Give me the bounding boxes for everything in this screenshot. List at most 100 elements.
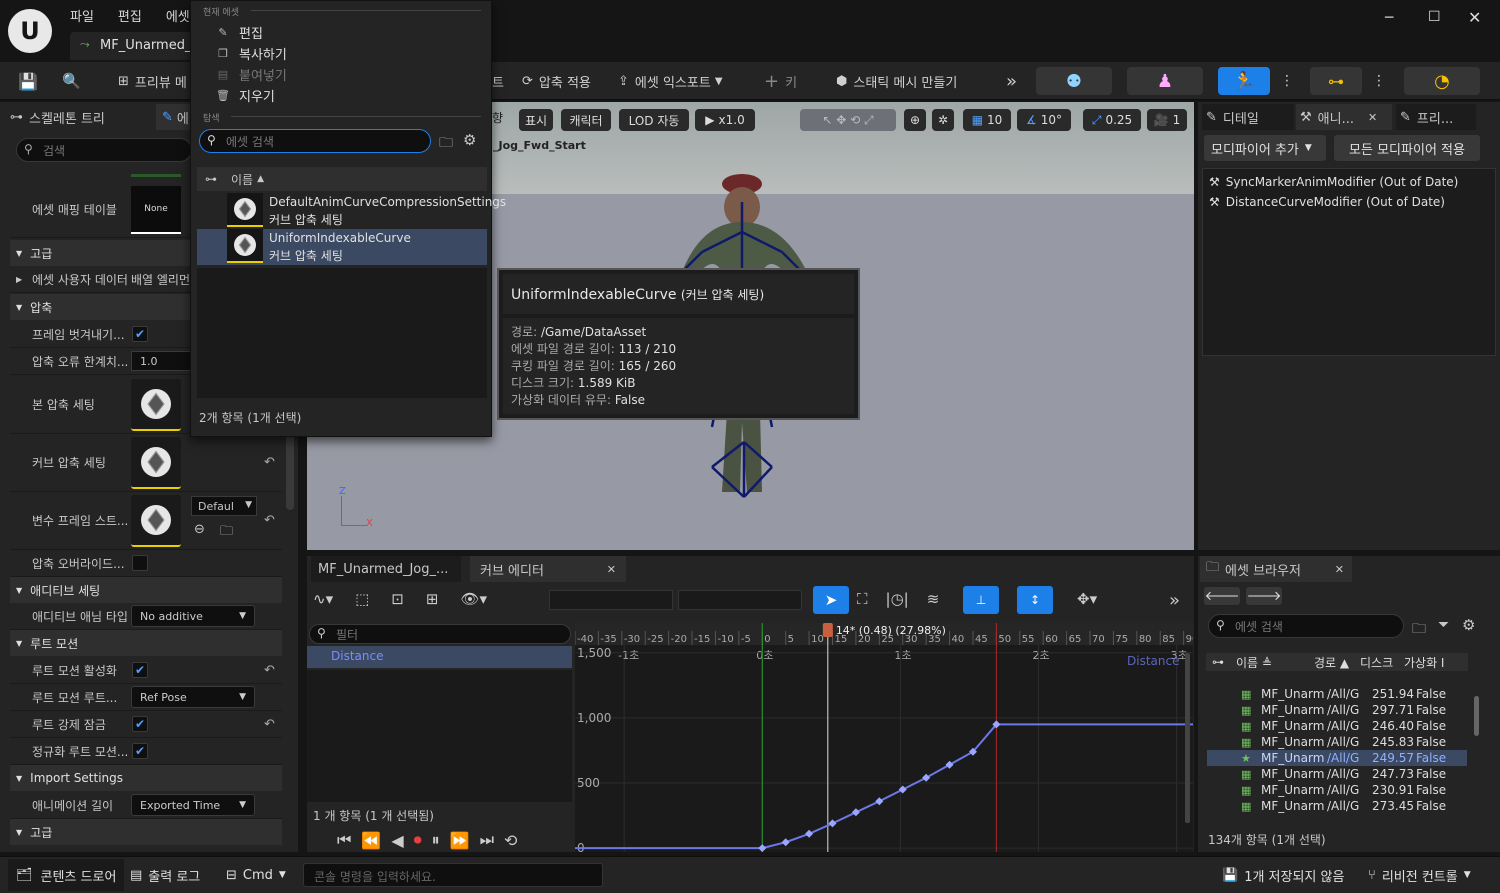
curve-key[interactable] <box>805 829 814 838</box>
column-name[interactable]: 이름 <box>231 171 253 188</box>
folder-icon[interactable]: 🗀 <box>439 132 453 156</box>
frame-selection-icon[interactable]: ⬚ <box>355 590 369 608</box>
pause-icon[interactable]: ⏸ <box>432 830 440 850</box>
step-back-icon[interactable]: ⏪ <box>361 831 381 850</box>
folder-icon[interactable]: 🗀 <box>1412 618 1426 642</box>
asset-row[interactable]: ▦ MF_Unarm/All/G 297.71 False <box>1207 702 1467 718</box>
more-options-icon-2[interactable]: ⋮ <box>1372 70 1386 92</box>
apply-all-modifiers-button[interactable]: 모든 모디파이어 적용 <box>1334 135 1480 161</box>
animation-length-combo[interactable]: Exported Time ▼ <box>131 794 255 816</box>
visibility-icon[interactable]: 👁▾ <box>460 590 487 608</box>
asset-export-button[interactable]: ⇪ 에셋 익스포트 ▼ <box>618 70 723 92</box>
transform-tools-group[interactable]: ↖ ✥ ⟲ ⤢ <box>800 109 896 131</box>
modifier-item[interactable]: ⚒ DistanceCurveModifier (Out of Date) <box>1209 195 1445 209</box>
column-path[interactable]: 경로 ▲ <box>1314 654 1360 671</box>
chevron-right-icon[interactable]: ▶ <box>16 275 22 284</box>
bone-compression-thumbnail[interactable] <box>131 379 181 431</box>
add-modifier-button[interactable]: 모디파이어 추가 ▼ <box>1204 135 1326 161</box>
curve-key[interactable] <box>828 819 837 828</box>
asset-row[interactable]: ▦ MF_Unarm/All/G 245.83 False <box>1207 734 1467 750</box>
modifier-item[interactable]: ⚒ SyncMarkerAnimModifier (Out of Date) <box>1209 175 1458 189</box>
play-reverse-icon[interactable]: ◀ <box>391 831 403 850</box>
normalize-root-checkbox[interactable]: ✔ <box>132 743 148 759</box>
preview-button[interactable]: ⊞ 프리뷰 메 <box>118 70 187 92</box>
menu-edit[interactable]: 편집 <box>118 6 142 25</box>
record-icon[interactable]: ⏺ <box>414 830 422 850</box>
back-arrow-icon[interactable]: 🡐 <box>1204 587 1240 605</box>
menu-asset[interactable]: 에셋 <box>166 6 190 25</box>
curve-key[interactable] <box>781 838 790 847</box>
frame-strip-checkbox[interactable]: ✔ <box>132 326 148 342</box>
tab-anim-modifiers[interactable]: ⚒ 애니... ✕ <box>1296 104 1392 130</box>
viewport-show-button[interactable]: 표시 <box>519 109 553 131</box>
column-options-icon[interactable]: ⊶ <box>205 172 217 186</box>
tab-skeleton-tree[interactable]: ⊶ 스켈레톤 트리 <box>10 104 150 130</box>
multi-curve-icon[interactable]: ≋ <box>927 590 940 608</box>
camera-speed-button[interactable]: 🎥 1 <box>1147 109 1187 131</box>
select-tool-icon[interactable]: ➤ <box>813 586 849 614</box>
transform-tool-icon[interactable]: ⛶ <box>857 590 868 608</box>
viewport-lod-button[interactable]: LOD 자동 <box>619 109 689 131</box>
minimize-icon[interactable]: ─ <box>1385 10 1393 26</box>
local-space-icon[interactable]: ⊕ <box>904 109 926 131</box>
blueprint-mode-button[interactable]: ⊶ <box>1310 67 1362 95</box>
root-motion-root-combo[interactable]: Ref Pose ▼ <box>131 686 255 708</box>
scale-snap-button[interactable]: ⤢ 0.25 <box>1083 109 1141 131</box>
tab-curve-editor[interactable]: 커브 에디터 ✕ <box>470 556 626 582</box>
content-drawer-button[interactable]: 🗂 콘텐츠 드로어 <box>8 859 125 891</box>
menu-item-edit[interactable]: ✎ 편집 <box>215 23 263 42</box>
tab-anim-timeline[interactable]: MF_Unarmed_Jog_... <box>311 556 461 582</box>
revision-control-button[interactable]: ⑂ 리비전 컨트롤 ▼ <box>1368 859 1471 891</box>
retime-tool-icon[interactable]: |◷| <box>886 590 909 608</box>
surface-snap-icon[interactable]: ✲ <box>932 109 954 131</box>
viewport-character-button[interactable]: 캐릭터 <box>561 109 611 131</box>
asset-row[interactable]: ▦ MF_Unarm/All/G 273.45 False <box>1207 798 1467 814</box>
asset-row[interactable]: ▦ MF_Unarm/All/G 230.91 False <box>1207 782 1467 798</box>
column-name[interactable]: 이름 ≜ <box>1236 654 1314 671</box>
asset-row[interactable]: ▦ MF_Unarm/All/G 246.40 False <box>1207 718 1467 734</box>
column-disk[interactable]: 디스크 <box>1360 654 1404 671</box>
asset-picker-search[interactable]: ⚲ 에셋 검색 <box>199 129 431 153</box>
details-search-input[interactable]: ⚲ 검색 <box>16 138 192 162</box>
unreal-logo-icon[interactable]: U <box>8 9 52 53</box>
close-tab-icon[interactable]: ✕ <box>1368 111 1377 124</box>
advanced-section-2[interactable]: ▼ 고급 <box>10 819 282 845</box>
curve-key[interactable] <box>945 760 954 769</box>
maximize-icon[interactable]: ☐ <box>1428 9 1441 25</box>
apply-compression-button[interactable]: ⟳ 압축 적용 <box>522 70 591 92</box>
import-settings-section[interactable]: ▼ Import Settings <box>10 765 282 791</box>
curve-key[interactable] <box>922 773 931 782</box>
frame-all-icon[interactable]: ⊡ <box>391 590 404 608</box>
curve-key[interactable] <box>851 808 860 817</box>
playhead-handle[interactable] <box>822 623 833 637</box>
animation-mode-button[interactable]: 🏃 <box>1218 67 1270 95</box>
close-tab-icon[interactable]: ✕ <box>1335 563 1344 576</box>
key-button[interactable]: + 키 <box>764 70 797 92</box>
more-options-icon[interactable]: ⋮ <box>1280 70 1294 92</box>
value-input[interactable] <box>678 590 802 610</box>
asset-mapping-thumbnail[interactable]: None <box>131 186 181 234</box>
jump-start-icon[interactable]: ⏮ <box>337 830 351 850</box>
asset-row[interactable]: ★ MF_Unarm/All/G 249.57 False <box>1207 750 1467 766</box>
compression-override-checkbox[interactable] <box>132 555 148 571</box>
time-input[interactable] <box>549 590 673 610</box>
physics-mode-button[interactable]: ◔ <box>1404 67 1480 95</box>
close-tab-icon[interactable]: ✕ <box>607 563 616 576</box>
tangent-menu-icon[interactable]: ✥▾ <box>1077 590 1097 608</box>
arrow-left-circle-icon[interactable]: ⊖ <box>194 522 205 537</box>
console-input[interactable]: 콘솔 명령을 입력하세요. <box>303 863 603 887</box>
browse-icon[interactable]: 🔍 <box>62 70 81 92</box>
menu-file[interactable]: 파일 <box>70 6 94 25</box>
gear-icon[interactable]: ⚙ <box>463 131 476 149</box>
asset-list-item-selected[interactable]: UniformIndexableCurve 커브 압축 세팅 <box>197 229 487 265</box>
tab-details[interactable]: ✎ 디테일 <box>1202 104 1294 130</box>
tab-asset-browser[interactable]: 🗀 에셋 브라우저 ✕ <box>1200 556 1352 582</box>
angle-snap-button[interactable]: ∡ 10° <box>1017 109 1071 131</box>
additive-section[interactable]: ▼ 애디티브 세팅 <box>10 577 282 603</box>
browse-folder-icon[interactable]: 🗀 <box>220 522 233 544</box>
make-static-mesh-button[interactable]: ⬢ 스태틱 메시 만들기 <box>836 70 957 92</box>
filter-icon[interactable]: ⏷ <box>1438 617 1449 633</box>
output-log-button[interactable]: ▤ 출력 로그 <box>130 859 200 891</box>
curve-graph[interactable]: -40 -35 -30 -25 -20 -15 -10 -5 0 5 10 15 20 25 30 35 40 4… <box>575 623 1193 852</box>
jump-end-icon[interactable]: ⏭ <box>480 830 494 850</box>
